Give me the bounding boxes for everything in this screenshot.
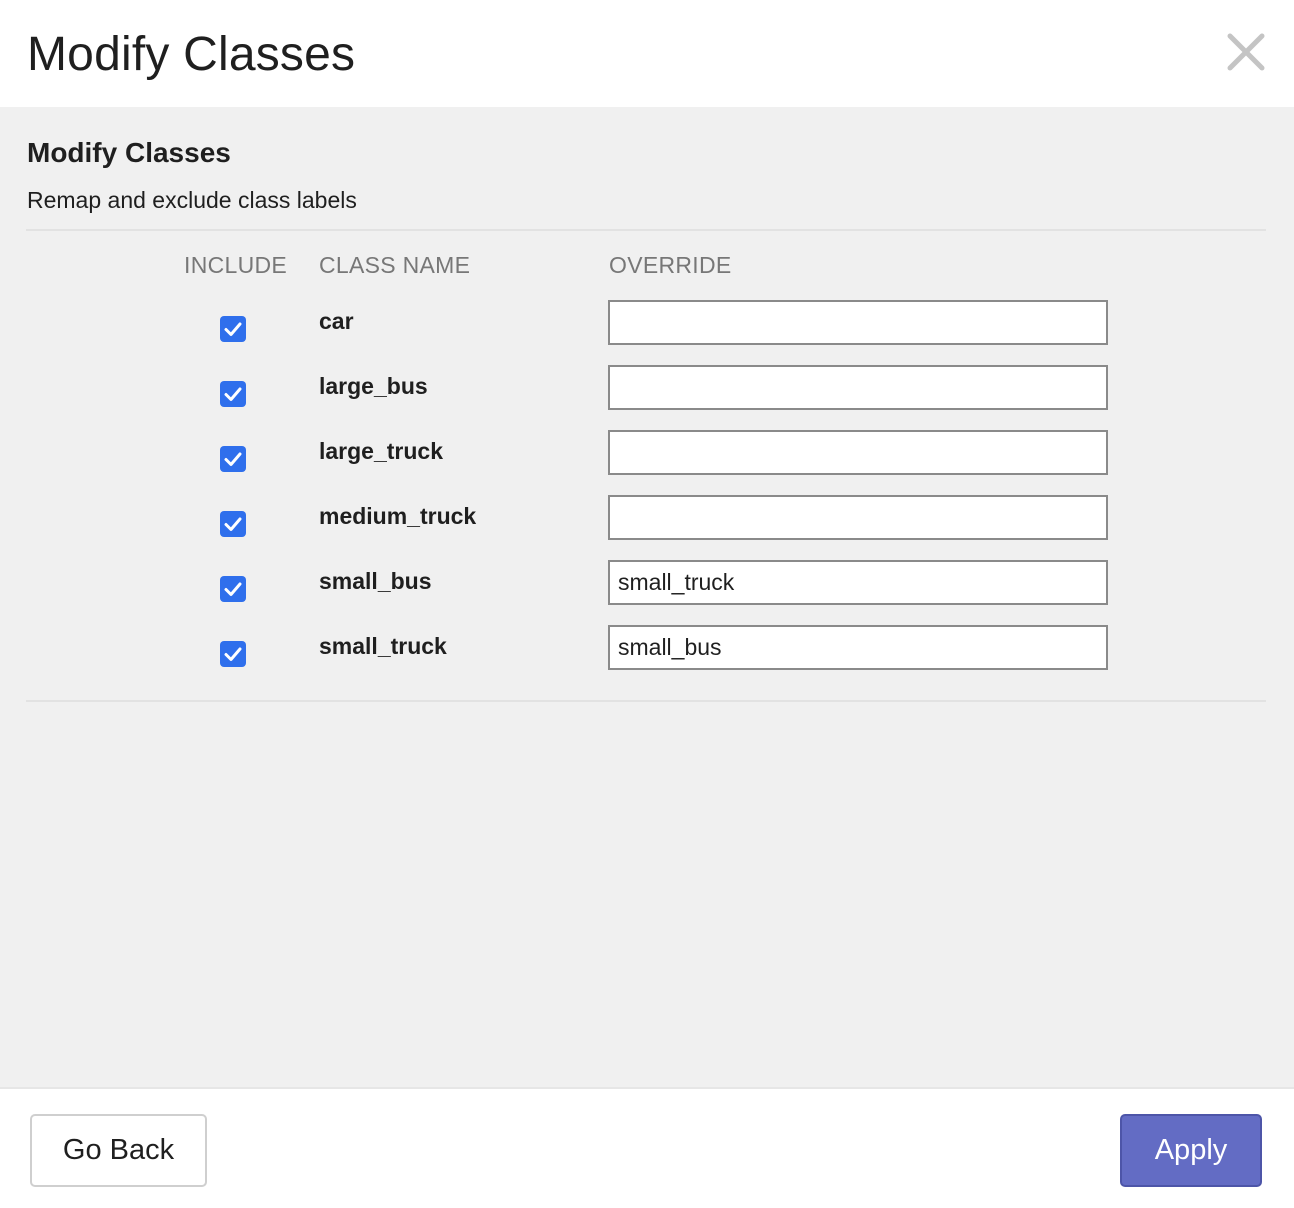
divider	[26, 700, 1266, 702]
class-row-small-truck: small_truck	[0, 625, 1294, 670]
class-row-large-truck: large_truck	[0, 430, 1294, 475]
checkmark-icon	[224, 322, 242, 336]
include-checkbox[interactable]	[220, 641, 246, 667]
go-back-button[interactable]: Go Back	[30, 1114, 207, 1187]
include-checkbox[interactable]	[220, 576, 246, 602]
class-row-large-bus: large_bus	[0, 365, 1294, 410]
class-name: small_bus	[319, 568, 432, 594]
dialog-title: Modify Classes	[27, 28, 356, 81]
apply-button[interactable]: Apply	[1120, 1114, 1262, 1187]
include-checkbox[interactable]	[220, 316, 246, 342]
column-header-override: OVERRIDE	[609, 252, 732, 278]
override-input[interactable]	[608, 495, 1108, 540]
divider	[26, 229, 1266, 231]
dialog-header: Modify Classes	[0, 0, 1294, 107]
class-name: car	[319, 308, 354, 334]
include-checkbox[interactable]	[220, 446, 246, 472]
override-input[interactable]	[608, 625, 1108, 670]
checkmark-icon	[224, 647, 242, 661]
class-name: medium_truck	[319, 503, 477, 529]
column-header-include: INCLUDE	[184, 252, 288, 278]
checkmark-icon	[224, 452, 242, 466]
class-row-small-bus: small_bus	[0, 560, 1294, 605]
override-input[interactable]	[608, 430, 1108, 475]
section-title: Modify Classes	[27, 137, 231, 168]
include-checkbox[interactable]	[220, 381, 246, 407]
checkmark-icon	[224, 387, 242, 401]
section-subtitle: Remap and exclude class labels	[27, 187, 357, 213]
class-name: large_bus	[319, 373, 428, 399]
class-name: large_truck	[319, 438, 444, 464]
override-input[interactable]	[608, 300, 1108, 345]
close-button[interactable]	[1224, 30, 1268, 74]
dialog-body: Modify Classes Remap and exclude class l…	[0, 107, 1294, 1087]
class-name: small_truck	[319, 633, 447, 659]
close-icon	[1224, 30, 1268, 74]
modify-classes-dialog: Modify Classes Modify Classes Remap and …	[0, 0, 1294, 1208]
override-input[interactable]	[608, 560, 1108, 605]
include-checkbox[interactable]	[220, 511, 246, 537]
checkmark-icon	[224, 517, 242, 531]
dialog-footer: Go Back Apply	[0, 1087, 1294, 1208]
class-row-car: car	[0, 300, 1294, 345]
checkmark-icon	[224, 582, 242, 596]
column-header-class-name: CLASS NAME	[319, 252, 471, 278]
class-row-medium-truck: medium_truck	[0, 495, 1294, 540]
override-input[interactable]	[608, 365, 1108, 410]
